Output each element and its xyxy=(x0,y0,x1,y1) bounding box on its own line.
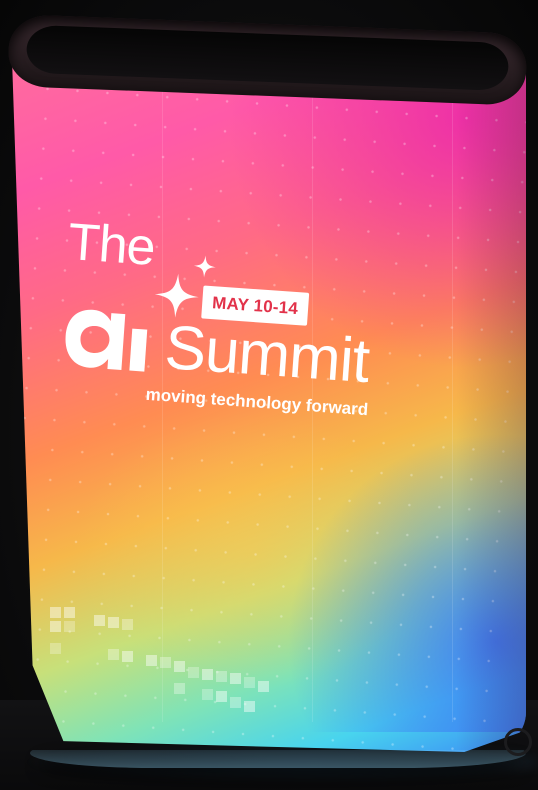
pixel-square xyxy=(108,649,119,660)
pixel-square-pattern xyxy=(46,605,286,725)
pixel-square xyxy=(202,689,213,700)
pixel-square xyxy=(244,677,255,688)
pixel-square xyxy=(50,607,61,618)
pixel-square xyxy=(50,643,61,654)
pixel-square xyxy=(230,697,241,708)
fabric-seam xyxy=(452,60,453,722)
pixel-square xyxy=(230,673,241,684)
logo-the-text: The xyxy=(66,213,157,277)
pixel-square xyxy=(64,621,75,632)
illuminated-counter: The ai Summit moving technology forward … xyxy=(12,30,526,752)
pixel-square xyxy=(122,651,133,662)
pixel-square xyxy=(202,669,213,680)
pixel-square xyxy=(64,607,75,618)
pixel-square xyxy=(160,657,171,668)
pixel-square xyxy=(174,683,185,694)
pixel-square xyxy=(216,671,227,682)
ai-lettermark-icon: ai xyxy=(65,309,148,372)
logo-summit-text: Summit xyxy=(162,313,372,397)
pixel-square xyxy=(244,701,255,712)
pixel-square xyxy=(122,619,133,630)
pixel-square xyxy=(174,661,185,672)
pixel-square xyxy=(108,617,119,628)
photo-scene: The ai Summit moving technology forward … xyxy=(0,0,538,790)
counter-opening xyxy=(25,24,510,92)
pixel-square xyxy=(216,691,227,702)
pixel-square xyxy=(50,621,61,632)
side-shade xyxy=(456,30,526,752)
pixel-square xyxy=(94,615,105,626)
ai-summit-logo: The ai Summit moving technology forward … xyxy=(52,213,399,498)
pixel-square xyxy=(188,667,199,678)
power-cable xyxy=(504,728,532,756)
pixel-square xyxy=(258,681,269,692)
pixel-square xyxy=(146,655,157,666)
